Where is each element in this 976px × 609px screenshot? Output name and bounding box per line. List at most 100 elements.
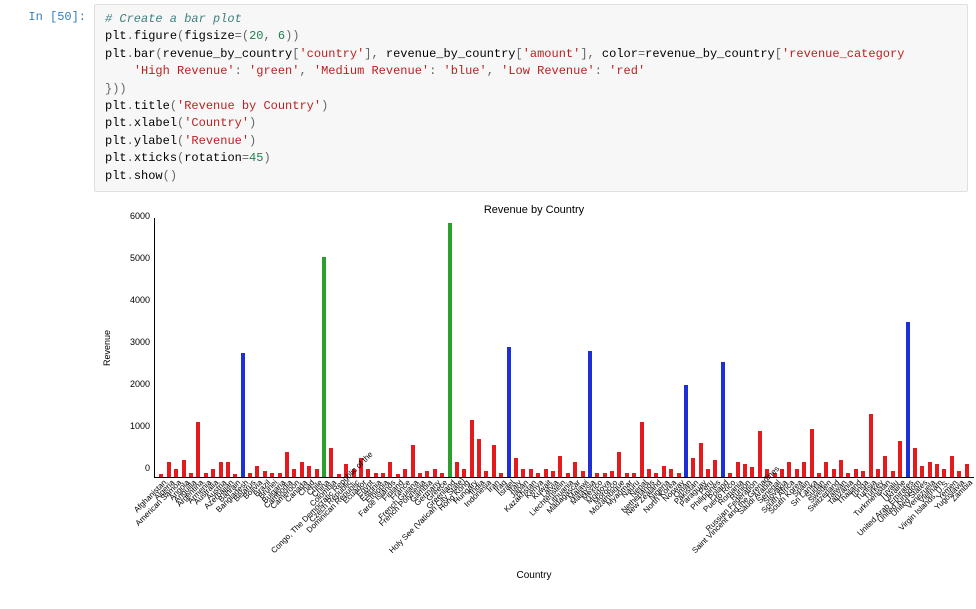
chart-bar bbox=[566, 473, 570, 477]
chart-output: Revenue by Country Revenue 0100020003000… bbox=[94, 200, 974, 581]
chart-bar bbox=[255, 466, 259, 476]
chart-bar bbox=[713, 460, 717, 477]
chart-bar bbox=[529, 469, 533, 477]
chart-bar bbox=[691, 458, 695, 477]
chart-bar bbox=[551, 471, 555, 477]
chart-bar bbox=[315, 469, 319, 477]
chart-bar bbox=[965, 464, 969, 477]
chart-bar bbox=[381, 473, 385, 477]
chart-bar bbox=[278, 473, 282, 477]
chart-bar bbox=[374, 473, 378, 477]
chart-bar bbox=[507, 347, 511, 477]
chart-bar bbox=[211, 469, 215, 477]
chart-title: Revenue by Country bbox=[94, 204, 974, 216]
chart-bar bbox=[869, 414, 873, 477]
chart-bar bbox=[581, 471, 585, 477]
chart-bar bbox=[477, 439, 481, 477]
chart-bar bbox=[839, 460, 843, 477]
chart-bar bbox=[699, 443, 703, 477]
chart-bar bbox=[270, 473, 274, 477]
chart-bar bbox=[189, 473, 193, 477]
output-prompt-spacer: . bbox=[8, 200, 94, 220]
chart-bar bbox=[233, 474, 237, 477]
chart-bar bbox=[226, 462, 230, 477]
chart-bar bbox=[285, 452, 289, 477]
chart-ylabel: Revenue bbox=[102, 330, 112, 366]
chart-bar bbox=[219, 462, 223, 477]
chart-bar bbox=[913, 448, 917, 477]
chart-bar bbox=[329, 448, 333, 477]
chart-bar bbox=[736, 462, 740, 477]
code-editor[interactable]: # Create a bar plot plt.figure(figsize=(… bbox=[94, 4, 968, 192]
chart-bar bbox=[662, 466, 666, 476]
chart-bar bbox=[470, 420, 474, 477]
output-cell: . Revenue by Country Revenue 01000200030… bbox=[8, 200, 968, 581]
chart-bar bbox=[684, 385, 688, 477]
chart-bar bbox=[669, 469, 673, 477]
chart-bar bbox=[928, 462, 932, 477]
chart-bar bbox=[322, 257, 326, 477]
chart-bar bbox=[728, 473, 732, 477]
chart-bar bbox=[248, 473, 252, 477]
chart-bar bbox=[942, 469, 946, 477]
chart-bar bbox=[632, 473, 636, 477]
chart-bar bbox=[758, 431, 762, 477]
chart-ytick: 2000 bbox=[130, 379, 150, 389]
chart-ytick: 4000 bbox=[130, 295, 150, 305]
chart-bar bbox=[610, 471, 614, 477]
chart-bar bbox=[854, 469, 858, 477]
chart-bar bbox=[425, 471, 429, 477]
chart-bar bbox=[603, 473, 607, 477]
chart-ytick: 5000 bbox=[130, 253, 150, 263]
chart-bar bbox=[455, 462, 459, 477]
chart-xlabel: Country bbox=[94, 570, 974, 581]
input-prompt: In [50]: bbox=[8, 4, 94, 24]
chart-bar bbox=[159, 474, 163, 477]
chart-bar bbox=[802, 462, 806, 477]
chart-bar bbox=[204, 473, 208, 477]
chart-bar bbox=[263, 471, 267, 477]
chart-bar bbox=[167, 462, 171, 477]
chart-bar bbox=[876, 469, 880, 477]
chart-bar bbox=[440, 473, 444, 477]
notebook: In [50]: # Create a bar plot plt.figure(… bbox=[0, 0, 976, 609]
chart-ytick: 0 bbox=[145, 463, 150, 473]
chart-bar bbox=[403, 469, 407, 477]
chart-xticks: AfghanistanAlgeriaAmerican SamoaAngolaAn… bbox=[154, 478, 974, 568]
chart-bar bbox=[654, 473, 658, 477]
chart-bar bbox=[300, 462, 304, 477]
chart-bar bbox=[433, 469, 437, 477]
chart-bar bbox=[935, 464, 939, 477]
chart-bar bbox=[307, 466, 311, 476]
chart-bar bbox=[484, 471, 488, 477]
chart-bar bbox=[499, 473, 503, 477]
chart-bar bbox=[617, 452, 621, 477]
chart-bar bbox=[241, 353, 245, 477]
chart-bar bbox=[706, 469, 710, 477]
chart-bar bbox=[492, 445, 496, 476]
chart-bar bbox=[817, 473, 821, 477]
chart-bar bbox=[411, 445, 415, 476]
chart-ytick: 3000 bbox=[130, 337, 150, 347]
chart-bar bbox=[861, 471, 865, 477]
chart-bar bbox=[448, 223, 452, 477]
chart-bar bbox=[388, 462, 392, 477]
chart-bar bbox=[906, 322, 910, 477]
chart-bar bbox=[832, 469, 836, 477]
chart-bar bbox=[898, 441, 902, 477]
chart-bar bbox=[950, 456, 954, 477]
chart-bar bbox=[514, 458, 518, 477]
chart-bar bbox=[677, 473, 681, 477]
chart-bar bbox=[640, 422, 644, 477]
chart-bar bbox=[196, 422, 200, 477]
chart-bar bbox=[721, 362, 725, 477]
chart-bar bbox=[396, 474, 400, 477]
chart-bar bbox=[883, 456, 887, 477]
chart-bar bbox=[891, 471, 895, 477]
chart-bar bbox=[174, 469, 178, 477]
chart-yticks: 0100020003000400050006000 bbox=[120, 218, 154, 478]
chart-bar bbox=[824, 462, 828, 477]
chart-bar bbox=[743, 464, 747, 477]
chart-ytick: 6000 bbox=[130, 211, 150, 221]
chart-bar bbox=[957, 471, 961, 477]
